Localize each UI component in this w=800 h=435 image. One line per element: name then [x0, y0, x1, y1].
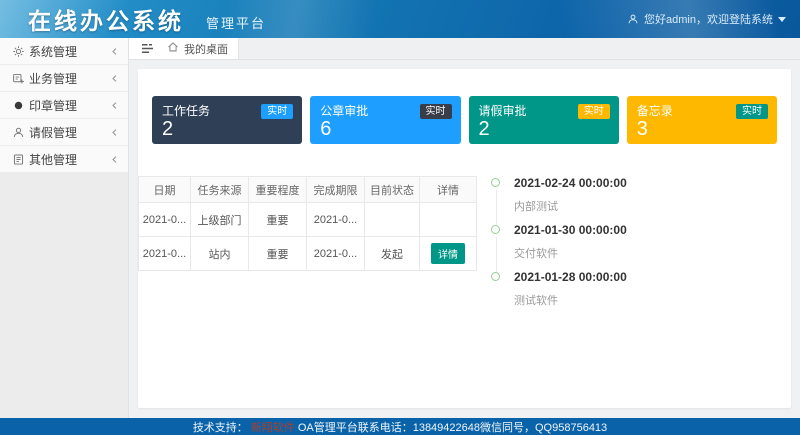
sidebar-item[interactable]: 业务管理 [0, 65, 128, 92]
user-menu[interactable]: 您好admin，欢迎登陆系统 [627, 11, 786, 27]
stat-card-value: 2 [162, 119, 292, 140]
sidebar-item-label: 系统管理 [29, 43, 110, 60]
stat-card: 备忘录 3 实时 [627, 96, 777, 144]
cell-source: 上级部门 [191, 203, 249, 237]
timeline-datetime: 2021-02-24 00:00:00 [514, 176, 777, 190]
stat-card: 工作任务 2 实时 [152, 96, 302, 144]
footer-bar: 技术支持：新翔软件 OA管理平台联系电话：13849422648微信同号，QQ9… [0, 418, 800, 435]
document-icon [12, 153, 29, 166]
memo-timeline: 2021-02-24 00:00:00 内部测试 2021-01-30 00:0… [477, 176, 777, 317]
footer-vendor-link[interactable]: 新翔软件 [251, 419, 295, 435]
app-logo: 在线办公系统 [28, 2, 184, 36]
cell-date: 2021-0... [139, 237, 191, 271]
cell-status [365, 203, 420, 237]
timeline-item: 2021-01-28 00:00:00 测试软件 [491, 270, 777, 317]
timeline-desc: 测试软件 [514, 292, 777, 308]
chevron-down-icon [778, 17, 786, 22]
cell-importance: 重要 [249, 203, 307, 237]
stat-card-value: 3 [637, 119, 767, 140]
cell-importance: 重要 [249, 237, 307, 271]
home-icon [167, 41, 179, 56]
realtime-badge: 实时 [578, 104, 610, 119]
app-window: 在线办公系统 管理平台 您好admin，欢迎登陆系统 系统管理 业务管理 [0, 0, 800, 435]
timeline-item: 2021-01-30 00:00:00 交付软件 [491, 223, 777, 270]
timeline-connector [496, 237, 497, 273]
sidebar-item-label: 请假管理 [29, 124, 110, 141]
table-header-row: 日期 任务来源 重要程度 完成期限 目前状态 详情 [139, 177, 477, 203]
top-header: 在线办公系统 管理平台 您好admin，欢迎登陆系统 [0, 0, 800, 38]
cell-detail: 详情 [420, 237, 477, 271]
chevron-left-icon [110, 128, 119, 137]
chevron-left-icon [110, 155, 119, 164]
col-deadline: 完成期限 [307, 177, 365, 203]
cell-deadline: 2021-0... [307, 203, 365, 237]
timeline-dot [491, 178, 500, 187]
sidebar-item[interactable]: 系统管理 [0, 38, 128, 65]
dashboard-panel: 工作任务 2 实时 公章审批 6 实时 [138, 69, 791, 408]
timeline-desc: 交付软件 [514, 245, 777, 261]
app-subtitle: 管理平台 [206, 13, 266, 32]
timeline-dot [491, 225, 500, 234]
realtime-badge: 实时 [420, 104, 452, 119]
detail-button[interactable]: 详情 [431, 243, 465, 264]
main-area: 我的桌面 工作任务 2 实时 [129, 38, 800, 418]
footer-contact: OA管理平台联系电话：13849422648微信同号，QQ958756413 [298, 419, 607, 435]
sidebar-item[interactable]: 印章管理 [0, 92, 128, 119]
cell-deadline: 2021-0... [307, 237, 365, 271]
stat-card: 公章审批 6 实时 [310, 96, 460, 144]
stat-card-value: 2 [479, 119, 609, 140]
person-icon [12, 126, 29, 139]
col-importance: 重要程度 [249, 177, 307, 203]
timeline-connector [496, 190, 497, 226]
cell-date: 2021-0... [139, 203, 191, 237]
col-detail: 详情 [420, 177, 477, 203]
stamp-circle-icon [12, 99, 29, 112]
task-table: 日期 任务来源 重要程度 完成期限 目前状态 详情 [138, 176, 477, 317]
cell-source: 站内 [191, 237, 249, 271]
chevron-left-icon [110, 101, 119, 110]
stat-card: 请假审批 2 实时 [469, 96, 619, 144]
sidebar-item-label: 其他管理 [29, 151, 110, 168]
footer-prefix: 技术支持： [193, 419, 248, 435]
collapse-menu-icon[interactable] [139, 41, 157, 56]
realtime-badge: 实时 [736, 104, 768, 119]
user-icon [627, 13, 639, 25]
tab-my-desktop[interactable]: 我的桌面 [167, 41, 228, 57]
chevron-left-icon [110, 74, 119, 83]
sidebar-item-label: 印章管理 [29, 97, 110, 114]
col-source: 任务来源 [191, 177, 249, 203]
table-row: 2021-0... 上级部门 重要 2021-0... [139, 203, 477, 237]
cell-detail [420, 203, 477, 237]
cell-status: 发起 [365, 237, 420, 271]
app-grid-icon [12, 72, 29, 85]
chevron-left-icon [110, 47, 119, 56]
timeline-desc: 内部测试 [514, 198, 777, 214]
timeline-datetime: 2021-01-30 00:00:00 [514, 223, 777, 237]
stat-cards: 工作任务 2 实时 公章审批 6 实时 [138, 69, 791, 144]
tab-bar: 我的桌面 [129, 38, 800, 60]
gear-icon [12, 45, 29, 58]
realtime-badge: 实时 [261, 104, 293, 119]
tab-label: 我的桌面 [184, 41, 228, 57]
user-greeting: 您好admin，欢迎登陆系统 [644, 11, 773, 27]
col-date: 日期 [139, 177, 191, 203]
col-status: 目前状态 [365, 177, 420, 203]
timeline-item: 2021-02-24 00:00:00 内部测试 [491, 176, 777, 223]
timeline-dot [491, 272, 500, 281]
content-area: 工作任务 2 实时 公章审批 6 实时 [129, 60, 800, 418]
timeline-datetime: 2021-01-28 00:00:00 [514, 270, 777, 284]
sidebar-nav: 系统管理 业务管理 印章管理 请假管理 [0, 38, 129, 418]
table-row: 2021-0... 站内 重要 2021-0... 发起 详情 [139, 237, 477, 271]
sidebar-item[interactable]: 其他管理 [0, 146, 128, 173]
sidebar-item[interactable]: 请假管理 [0, 119, 128, 146]
sidebar-item-label: 业务管理 [29, 70, 110, 87]
stat-card-value: 6 [320, 119, 450, 140]
